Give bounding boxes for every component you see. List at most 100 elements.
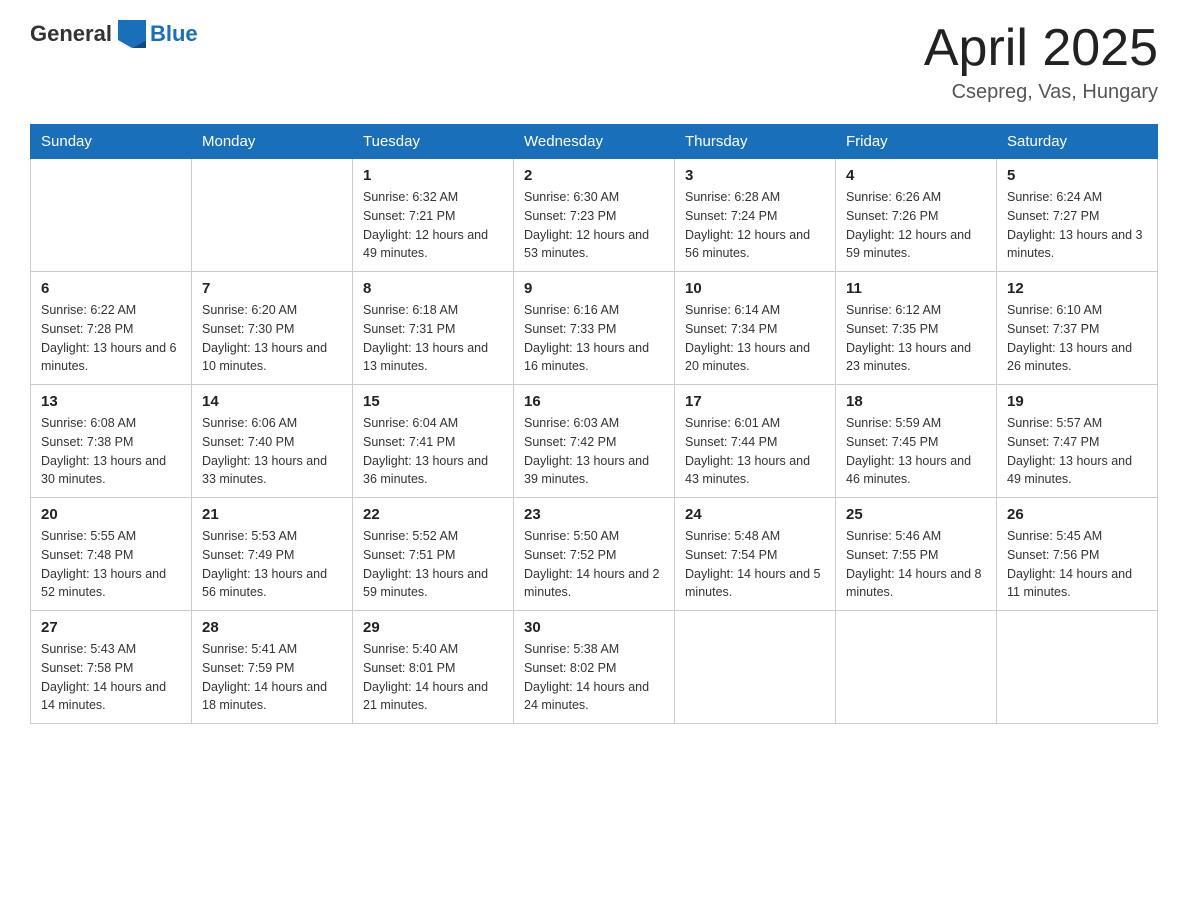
day-info: Sunrise: 5:57 AMSunset: 7:47 PMDaylight:… xyxy=(1007,414,1147,489)
day-info: Sunrise: 6:20 AMSunset: 7:30 PMDaylight:… xyxy=(202,301,342,376)
day-info: Sunrise: 6:28 AMSunset: 7:24 PMDaylight:… xyxy=(685,188,825,263)
day-info: Sunrise: 5:53 AMSunset: 7:49 PMDaylight:… xyxy=(202,527,342,602)
day-number: 17 xyxy=(685,393,825,410)
calendar-cell: 19Sunrise: 5:57 AMSunset: 7:47 PMDayligh… xyxy=(997,385,1158,498)
day-number: 5 xyxy=(1007,167,1147,184)
day-number: 9 xyxy=(524,280,664,297)
day-info: Sunrise: 5:52 AMSunset: 7:51 PMDaylight:… xyxy=(363,527,503,602)
calendar-week-row: 20Sunrise: 5:55 AMSunset: 7:48 PMDayligh… xyxy=(31,498,1158,611)
calendar-cell: 13Sunrise: 6:08 AMSunset: 7:38 PMDayligh… xyxy=(31,385,192,498)
calendar-cell: 18 Sunrise: 5:59 AMSunset: 7:45 PMDayligh… xyxy=(836,385,997,498)
day-number: 18 xyxy=(846,393,986,410)
day-number: 13 xyxy=(41,393,181,410)
day-number: 25 xyxy=(846,506,986,523)
calendar-cell: 3 Sunrise: 6:28 AMSunset: 7:24 PMDaylight… xyxy=(675,159,836,272)
calendar-cell xyxy=(31,159,192,272)
day-number: 12 xyxy=(1007,280,1147,297)
logo-icon xyxy=(118,20,146,48)
day-info: Sunrise: 6:30 AMSunset: 7:23 PMDaylight:… xyxy=(524,188,664,263)
day-info: Sunrise: 6:16 AMSunset: 7:33 PMDaylight:… xyxy=(524,301,664,376)
day-number: 1 xyxy=(363,167,503,184)
calendar-header-tuesday: Tuesday xyxy=(353,125,514,159)
day-number: 16 xyxy=(524,393,664,410)
logo-text-blue: Blue xyxy=(150,21,198,47)
day-number: 21 xyxy=(202,506,342,523)
calendar-cell: 29 Sunrise: 5:40 AMSunset: 8:01 PMDayligh… xyxy=(353,611,514,724)
calendar-cell: 14 Sunrise: 6:06 AMSunset: 7:40 PMDayligh… xyxy=(192,385,353,498)
day-info: Sunrise: 5:48 AMSunset: 7:54 PMDaylight:… xyxy=(685,527,825,602)
day-number: 27 xyxy=(41,619,181,636)
day-info: Sunrise: 6:22 AMSunset: 7:28 PMDaylight:… xyxy=(41,301,181,376)
page-header: General Blue April 2025 Csepreg, Vas, Hu… xyxy=(30,20,1158,104)
calendar-header-friday: Friday xyxy=(836,125,997,159)
calendar-cell: 2Sunrise: 6:30 AMSunset: 7:23 PMDaylight… xyxy=(514,159,675,272)
calendar-cell: 26 Sunrise: 5:45 AMSunset: 7:56 PMDayligh… xyxy=(997,498,1158,611)
day-number: 10 xyxy=(685,280,825,297)
day-info: Sunrise: 5:45 AMSunset: 7:56 PMDaylight:… xyxy=(1007,527,1147,602)
calendar-cell: 21 Sunrise: 5:53 AMSunset: 7:49 PMDayligh… xyxy=(192,498,353,611)
month-title: April 2025 xyxy=(924,20,1158,77)
day-info: Sunrise: 5:41 AMSunset: 7:59 PMDaylight:… xyxy=(202,640,342,715)
calendar-header-monday: Monday xyxy=(192,125,353,159)
calendar-cell: 20Sunrise: 5:55 AMSunset: 7:48 PMDayligh… xyxy=(31,498,192,611)
calendar-table: SundayMondayTuesdayWednesdayThursdayFrid… xyxy=(30,124,1158,724)
calendar-week-row: 27 Sunrise: 5:43 AMSunset: 7:58 PMDayligh… xyxy=(31,611,1158,724)
day-number: 14 xyxy=(202,393,342,410)
day-info: Sunrise: 5:59 AMSunset: 7:45 PMDaylight:… xyxy=(846,414,986,489)
calendar-cell xyxy=(836,611,997,724)
day-info: Sunrise: 6:06 AMSunset: 7:40 PMDaylight:… xyxy=(202,414,342,489)
calendar-header-wednesday: Wednesday xyxy=(514,125,675,159)
day-info: Sunrise: 6:26 AMSunset: 7:26 PMDaylight:… xyxy=(846,188,986,263)
calendar-cell: 22Sunrise: 5:52 AMSunset: 7:51 PMDayligh… xyxy=(353,498,514,611)
calendar-cell: 10 Sunrise: 6:14 AMSunset: 7:34 PMDayligh… xyxy=(675,272,836,385)
day-info: Sunrise: 6:18 AMSunset: 7:31 PMDaylight:… xyxy=(363,301,503,376)
logo: General Blue xyxy=(30,20,198,48)
calendar-header-thursday: Thursday xyxy=(675,125,836,159)
day-info: Sunrise: 6:12 AMSunset: 7:35 PMDaylight:… xyxy=(846,301,986,376)
calendar-week-row: 1 Sunrise: 6:32 AMSunset: 7:21 PMDaylight… xyxy=(31,159,1158,272)
calendar-week-row: 6 Sunrise: 6:22 AMSunset: 7:28 PMDaylight… xyxy=(31,272,1158,385)
day-info: Sunrise: 5:50 AMSunset: 7:52 PMDaylight:… xyxy=(524,527,664,602)
calendar-cell: 8 Sunrise: 6:18 AMSunset: 7:31 PMDaylight… xyxy=(353,272,514,385)
calendar-cell: 6 Sunrise: 6:22 AMSunset: 7:28 PMDaylight… xyxy=(31,272,192,385)
calendar-cell xyxy=(675,611,836,724)
calendar-cell: 5Sunrise: 6:24 AMSunset: 7:27 PMDaylight… xyxy=(997,159,1158,272)
calendar-header-row: SundayMondayTuesdayWednesdayThursdayFrid… xyxy=(31,125,1158,159)
day-info: Sunrise: 5:38 AMSunset: 8:02 PMDaylight:… xyxy=(524,640,664,715)
day-info: Sunrise: 6:01 AMSunset: 7:44 PMDaylight:… xyxy=(685,414,825,489)
day-number: 26 xyxy=(1007,506,1147,523)
title-block: April 2025 Csepreg, Vas, Hungary xyxy=(924,20,1158,104)
calendar-cell: 28 Sunrise: 5:41 AMSunset: 7:59 PMDayligh… xyxy=(192,611,353,724)
location: Csepreg, Vas, Hungary xyxy=(924,81,1158,104)
calendar-cell: 15Sunrise: 6:04 AMSunset: 7:41 PMDayligh… xyxy=(353,385,514,498)
calendar-cell xyxy=(997,611,1158,724)
day-number: 24 xyxy=(685,506,825,523)
day-number: 23 xyxy=(524,506,664,523)
day-info: Sunrise: 6:32 AMSunset: 7:21 PMDaylight:… xyxy=(363,188,503,263)
day-number: 4 xyxy=(846,167,986,184)
day-info: Sunrise: 5:40 AMSunset: 8:01 PMDaylight:… xyxy=(363,640,503,715)
calendar-week-row: 13Sunrise: 6:08 AMSunset: 7:38 PMDayligh… xyxy=(31,385,1158,498)
day-number: 15 xyxy=(363,393,503,410)
calendar-cell: 1 Sunrise: 6:32 AMSunset: 7:21 PMDaylight… xyxy=(353,159,514,272)
day-info: Sunrise: 6:10 AMSunset: 7:37 PMDaylight:… xyxy=(1007,301,1147,376)
day-info: Sunrise: 5:46 AMSunset: 7:55 PMDaylight:… xyxy=(846,527,986,602)
calendar-header-sunday: Sunday xyxy=(31,125,192,159)
calendar-cell xyxy=(192,159,353,272)
calendar-cell: 9 Sunrise: 6:16 AMSunset: 7:33 PMDaylight… xyxy=(514,272,675,385)
day-info: Sunrise: 6:14 AMSunset: 7:34 PMDaylight:… xyxy=(685,301,825,376)
day-number: 3 xyxy=(685,167,825,184)
calendar-cell: 24 Sunrise: 5:48 AMSunset: 7:54 PMDayligh… xyxy=(675,498,836,611)
logo-text-general: General xyxy=(30,21,112,47)
day-number: 6 xyxy=(41,280,181,297)
calendar-header-saturday: Saturday xyxy=(997,125,1158,159)
calendar-cell: 16Sunrise: 6:03 AMSunset: 7:42 PMDayligh… xyxy=(514,385,675,498)
day-info: Sunrise: 5:43 AMSunset: 7:58 PMDaylight:… xyxy=(41,640,181,715)
day-number: 28 xyxy=(202,619,342,636)
calendar-cell: 27 Sunrise: 5:43 AMSunset: 7:58 PMDayligh… xyxy=(31,611,192,724)
calendar-cell: 17 Sunrise: 6:01 AMSunset: 7:44 PMDayligh… xyxy=(675,385,836,498)
calendar-cell: 25 Sunrise: 5:46 AMSunset: 7:55 PMDayligh… xyxy=(836,498,997,611)
day-number: 29 xyxy=(363,619,503,636)
day-number: 8 xyxy=(363,280,503,297)
day-number: 11 xyxy=(846,280,986,297)
